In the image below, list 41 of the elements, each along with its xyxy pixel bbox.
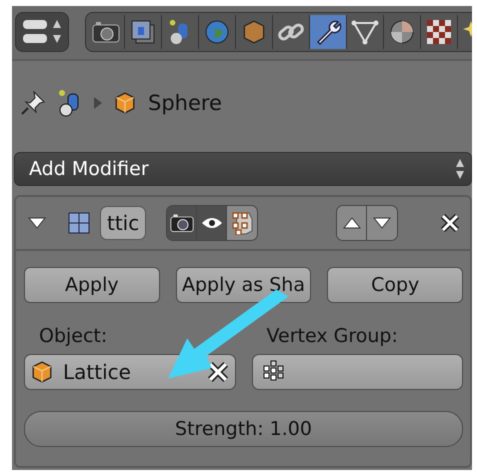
object-name: Sphere [148, 91, 222, 115]
display-toggle[interactable] [197, 206, 228, 240]
modifier-name-field[interactable]: ttic [100, 206, 146, 240]
close-icon[interactable] [440, 213, 460, 233]
wrench-icon [314, 18, 342, 46]
camera-icon [170, 213, 194, 233]
cube-icon [114, 92, 136, 114]
cube-icon [242, 20, 266, 44]
move-down-button[interactable] [367, 206, 398, 240]
checker-icon [427, 20, 451, 44]
triangle-mesh-icon [351, 19, 379, 45]
field-label: Object: [38, 325, 108, 347]
object-field[interactable]: Lattice [24, 354, 236, 390]
camera-icon [92, 21, 120, 43]
editor-type-icon [22, 18, 62, 46]
modifier-action-button[interactable]: Copy [327, 267, 463, 303]
up-down-icon [455, 158, 465, 180]
display-toggle[interactable] [167, 206, 198, 240]
eye-icon [200, 216, 223, 230]
pin-icon [20, 90, 46, 116]
modifier-action-button[interactable]: Apply [24, 267, 160, 303]
layers-icon [130, 19, 156, 45]
vertex-group-field[interactable] [252, 354, 463, 390]
edit-mode-icon [231, 211, 254, 235]
add-modifier-dropdown[interactable]: Add Modifier [14, 152, 472, 186]
down-triangle-icon [373, 217, 392, 229]
properties-tab[interactable] [310, 15, 347, 49]
globe-icon [204, 19, 230, 45]
expand-triangle-icon[interactable] [28, 217, 46, 229]
cube-icon [31, 361, 53, 383]
move-up-button[interactable] [337, 206, 368, 240]
strength-number-field[interactable]: Strength: 1.00 [24, 411, 463, 447]
display-toggle[interactable] [227, 206, 258, 240]
caret-icon [94, 97, 102, 109]
up-triangle-icon [342, 217, 361, 229]
editor-type-dropdown[interactable] [15, 12, 69, 52]
field-label: Vertex Group: [266, 325, 399, 347]
sphere-icon [389, 19, 415, 45]
modifier-action-button[interactable]: Apply as Sha [176, 267, 312, 303]
clear-icon[interactable] [206, 361, 228, 383]
lattice-icon [68, 212, 90, 234]
